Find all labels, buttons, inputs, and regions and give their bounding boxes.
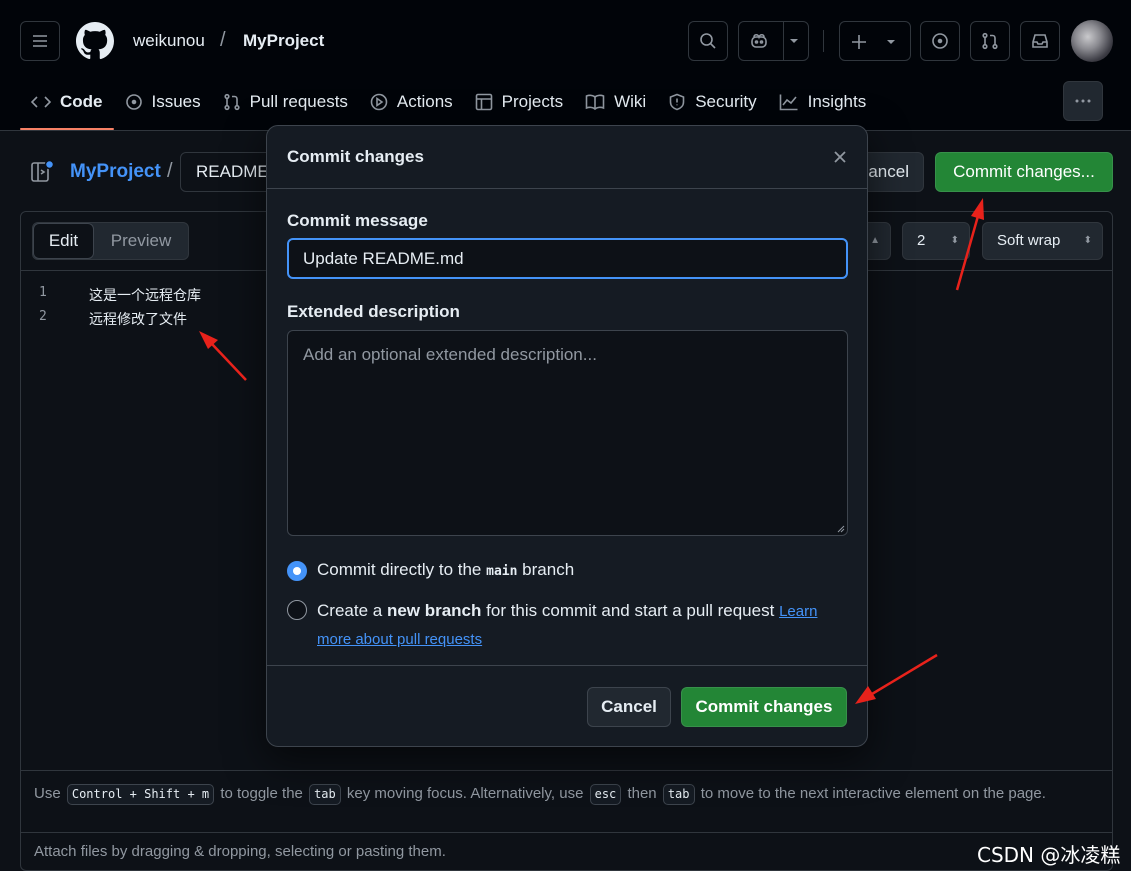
- annotation-arrow: [955, 198, 984, 291]
- annotation-arrows: [199, 198, 984, 704]
- annotation-arrow: [855, 653, 938, 704]
- annotation-arrow: [199, 331, 247, 381]
- watermark: CSDN @冰凌糕: [977, 843, 1121, 867]
